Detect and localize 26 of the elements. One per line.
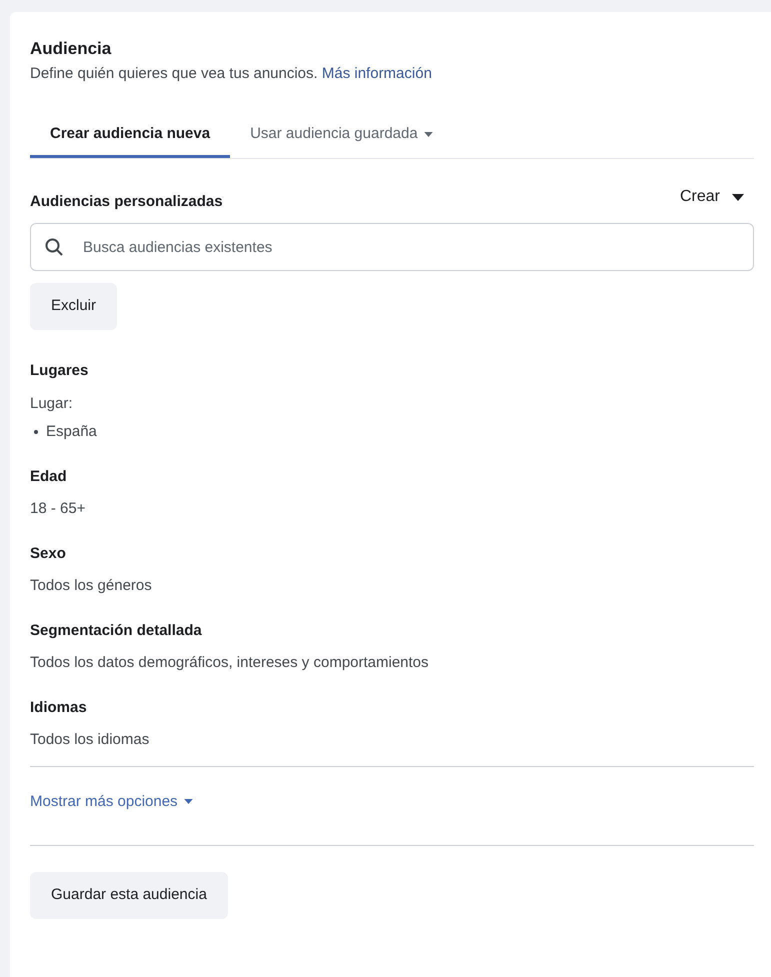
caret-icon: [184, 799, 193, 804]
create-dropdown[interactable]: Crear: [680, 185, 744, 209]
description: Define quién quieres que vea tus anuncios. Más información: [30, 64, 433, 84]
section-heading: Sexo: [30, 544, 67, 564]
section-heading: Edad: [30, 466, 68, 486]
bullet-icon: [34, 430, 38, 434]
exclude-button[interactable]: Excluir: [30, 283, 118, 330]
section-value: 18 - 65+: [30, 499, 86, 519]
search-icon: [45, 238, 63, 256]
search-field[interactable]: Busca audiencias existentes: [30, 223, 754, 271]
section-value: Todos los géneros: [30, 576, 153, 596]
save-audience-button[interactable]: Guardar esta audiencia: [30, 872, 228, 919]
section-value: Lugar:: [30, 394, 74, 414]
caret-icon: [732, 194, 744, 200]
section-heading: Idiomas: [30, 698, 88, 718]
tab[interactable]: Usar audiencia guardada: [230, 114, 453, 158]
more-options-link[interactable]: Mostrar más opciones: [30, 790, 193, 813]
tab[interactable]: Crear audiencia nueva: [30, 114, 230, 158]
section-heading: Lugares: [30, 361, 90, 381]
section-value: Todos los datos demográficos, intereses y comportamientos: [30, 653, 430, 673]
field-label: Audiencias personalizadas: [30, 192, 223, 212]
section-title: Audiencia: [30, 38, 112, 60]
section-value: Todos los idiomas: [30, 730, 150, 750]
section-value: España: [46, 422, 97, 442]
more-info-link[interactable]: Más información: [322, 65, 432, 82]
section-heading: Segmentación detallada: [30, 620, 203, 640]
